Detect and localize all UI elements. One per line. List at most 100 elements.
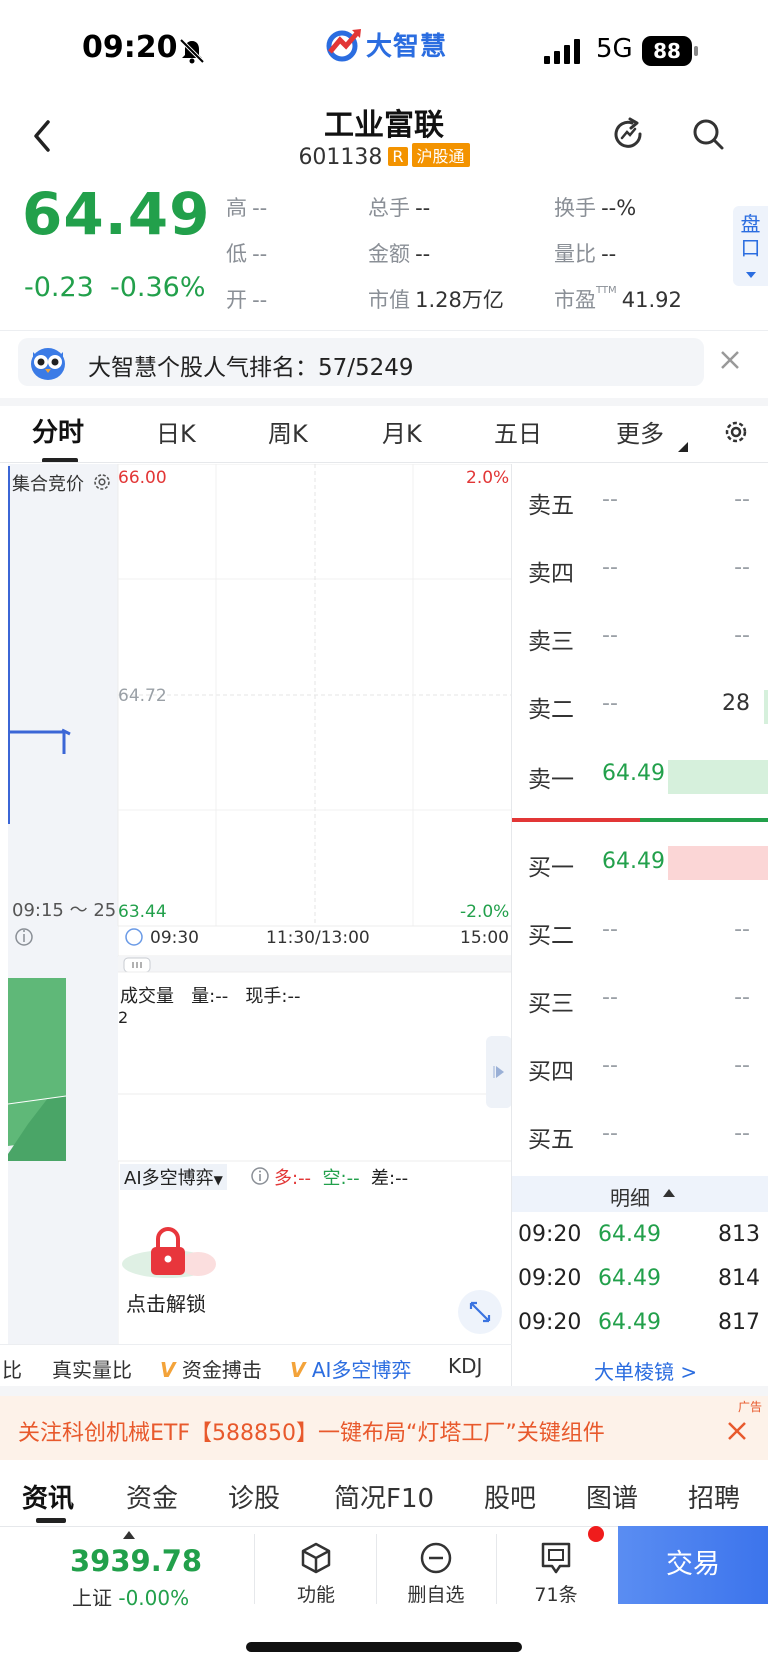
indicator-ai-game[interactable]: V AI多空博弈 [290,1354,411,1383]
x-axis-mid: 11:30/13:00 [266,928,370,948]
ad-text[interactable]: 关注科创机械ETF【588850】一键布局“灯塔工厂”关键组件 [18,1415,605,1447]
messages-button[interactable]: 71条 [516,1540,596,1607]
trade-button[interactable]: 交易 [618,1526,768,1604]
indicator-fund-battle[interactable]: V 资金搏击 [160,1354,262,1383]
news-tab-news[interactable]: 资讯 [22,1478,74,1515]
ad-tag: 广告 [738,1400,763,1414]
buy-price: -- [602,1053,618,1078]
gear-icon[interactable] [722,418,750,446]
detail-time: 09:20 [518,1222,582,1247]
index-name: 上证 -0.00% [72,1586,190,1610]
indicator-kdj[interactable]: KDJ [448,1354,482,1378]
function-label: 功能 [296,1584,335,1606]
tab-intraday[interactable]: 分时 [32,412,84,449]
bell-muted-icon [179,38,205,64]
news-tab-indicator [36,1518,66,1523]
battery-level: 88 [642,36,692,66]
news-tab-jobs[interactable]: 招聘 [688,1478,740,1515]
refresh-icon[interactable] [610,116,646,152]
tab-five-day[interactable]: 五日 [494,414,542,449]
tab-weekly-k[interactable]: 周K [268,414,308,449]
sell-volume: -- [734,487,750,512]
owl-mascot-icon [31,348,65,380]
quote-low: 低 -- [226,242,268,266]
tab-daily-k[interactable]: 日K [156,414,196,449]
ai-indicator-select[interactable]: AI多空博弈▼ [120,1164,227,1190]
stock-name: 工业富联 [324,108,444,143]
stock-code-row: 601138 R 沪股通 [0,143,768,170]
pct-axis-bot: -2.0% [460,902,510,922]
info-icon[interactable] [250,1166,270,1186]
detail-price: 64.49 [598,1266,661,1291]
tab-more[interactable]: 更多 [616,414,664,449]
auction-settings-icon[interactable] [92,472,112,492]
detail-volume: 813 [718,1222,760,1247]
sell-label: 卖一 [528,767,574,793]
bid1-bar [668,846,768,880]
news-tab-graph[interactable]: 图谱 [586,1478,638,1515]
function-button[interactable]: 功能 [276,1540,356,1607]
sell-volume: 28 [722,691,750,716]
detail-volume: 814 [718,1266,760,1291]
buy-volume: -- [734,917,750,942]
quote-volume: 总手 -- [368,196,431,220]
expand-up-icon[interactable] [122,1530,136,1540]
indicator-real-vol-ratio[interactable]: 真实量比 [52,1354,132,1383]
quote-turnover: 换手 --% [554,196,637,220]
buy-label: 买二 [528,923,574,949]
remove-watchlist-button[interactable]: 删自选 [396,1540,476,1607]
sell-label: 卖二 [528,697,574,723]
sell-label: 卖五 [528,493,574,519]
home-indicator[interactable] [246,1642,522,1652]
big-order-prism-link[interactable]: 大单棱镜 > [594,1356,697,1385]
detail-price: 64.49 [598,1310,661,1335]
buy-label: 买一 [528,855,574,881]
remove-watchlist-label: 删自选 [407,1584,465,1606]
sell-volume: -- [734,623,750,648]
buy-volume: -- [734,985,750,1010]
minus-circle-icon [420,1542,452,1574]
quote-high: 高 -- [226,196,268,220]
unlock-button[interactable]: 点击解锁 [126,1288,206,1317]
v-badge-icon: V [160,1358,176,1382]
news-tab-diagnosis[interactable]: 诊股 [228,1478,280,1515]
detail-price: 64.49 [598,1222,661,1247]
caret-down-icon [745,272,756,278]
price-change: -0.23 [24,272,94,303]
detail-volume: 817 [718,1310,760,1335]
pankou-label: 盘口 [740,212,761,260]
notification-dot [588,1526,604,1542]
close-icon[interactable] [726,1420,748,1442]
buy-price: -- [602,985,618,1010]
sell-volume: -- [734,555,750,580]
x-axis-end: 15:00 [460,928,509,948]
sell-price: -- [602,555,618,580]
sell-price: -- [602,487,618,512]
buy-volume: -- [734,1121,750,1146]
tab-monthly-k[interactable]: 月K [382,414,422,449]
buy-price: -- [602,917,618,942]
tag-r: R [388,147,408,166]
quote-mktcap: 市值 1.28万亿 [368,288,504,312]
sell-price: -- [602,623,618,648]
news-tab-funds[interactable]: 资金 [126,1478,178,1515]
detail-title: 明细 [610,1186,650,1210]
detail-time: 09:20 [518,1310,582,1335]
ai-values: 多:-- 空:-- 差:-- [274,1168,409,1189]
pct-axis-top: 2.0% [466,468,510,488]
pankou-toggle[interactable]: 盘口 [733,206,768,286]
sell-label: 卖三 [528,629,574,655]
y-axis-top: 66.00 [118,468,167,488]
current-price: 64.49 [22,180,211,248]
volume-title: 成交量 量:-- 现手:-- [120,986,301,1007]
close-icon[interactable] [718,348,742,372]
indicator-partial[interactable]: 比 [2,1354,22,1383]
app-logo: 大智慧 [324,24,447,64]
auction-time: 09:15 ～ 25 [12,900,117,921]
index-value[interactable]: 3939.78 [70,1544,202,1578]
search-icon[interactable] [690,116,726,152]
price-change-pct: -0.36% [110,272,206,303]
news-tab-f10[interactable]: 简况F10 [334,1478,434,1515]
message-icon [541,1542,571,1574]
news-tab-forum[interactable]: 股吧 [484,1478,536,1515]
